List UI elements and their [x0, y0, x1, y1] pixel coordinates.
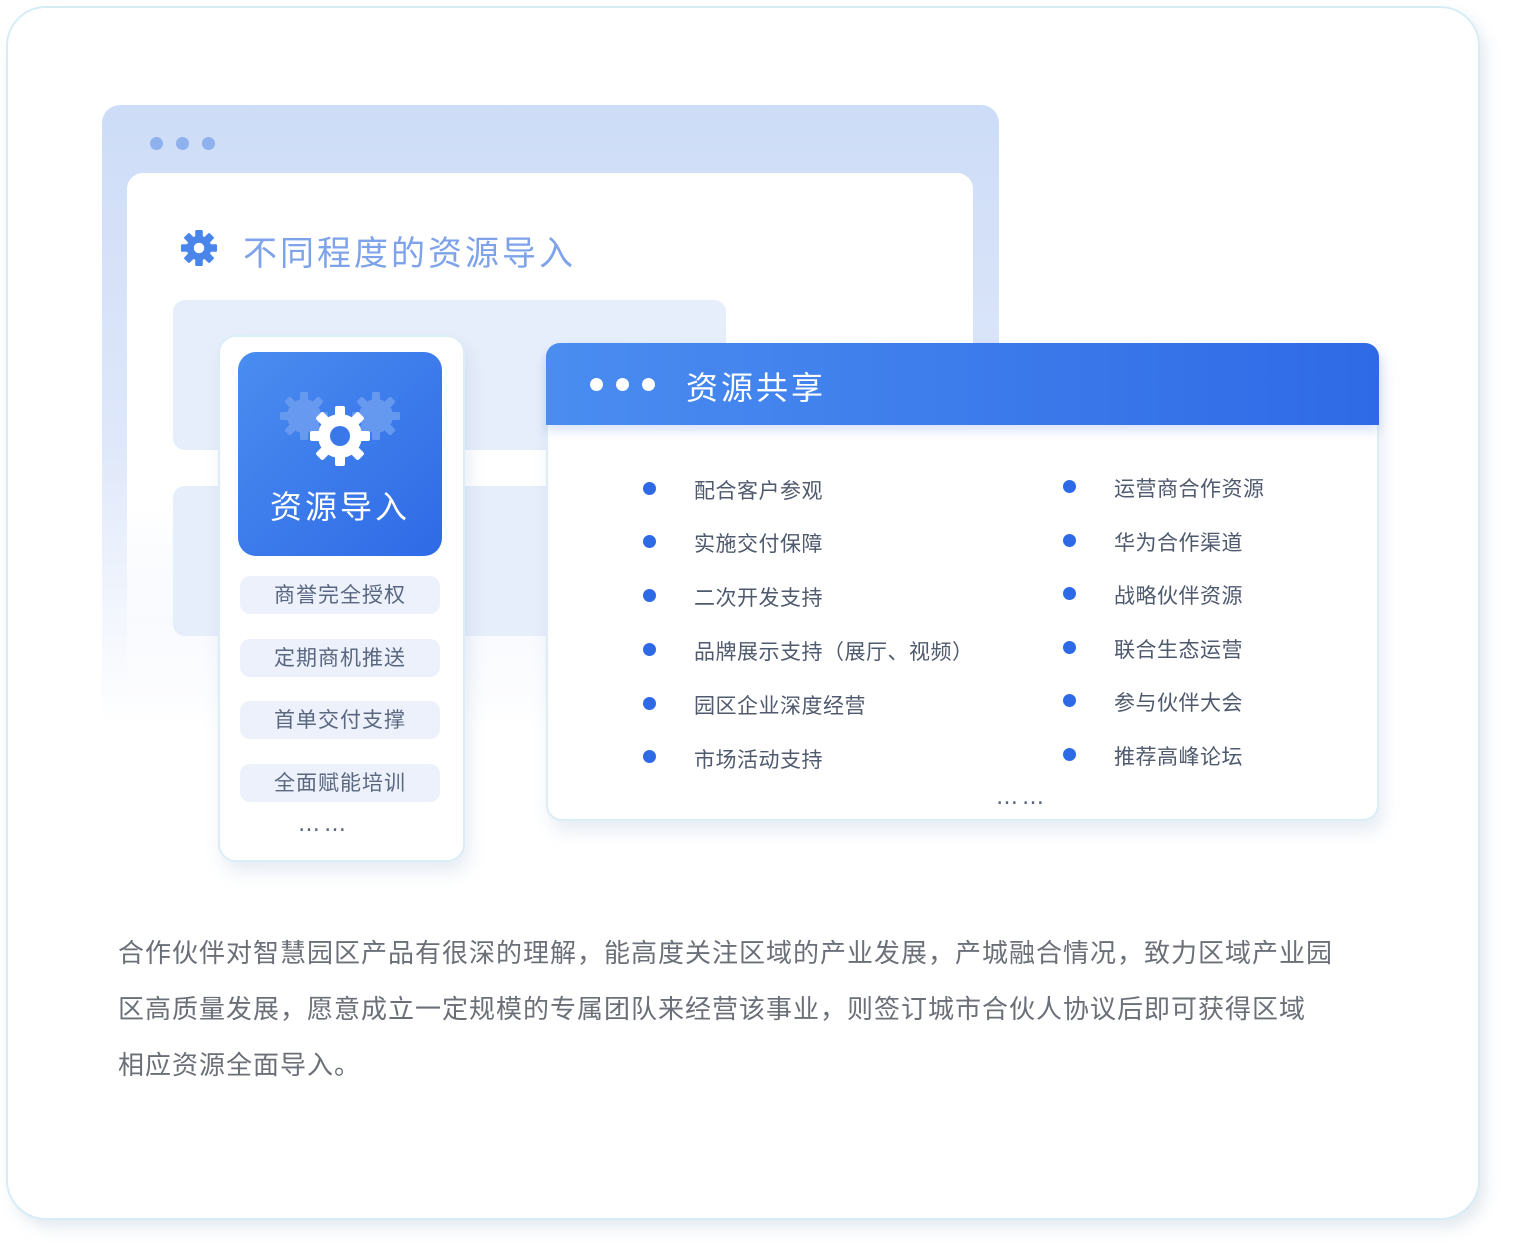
share-item: 市场活动支持 [694, 748, 823, 772]
bullet-dot [1063, 480, 1076, 493]
background-window-title: 不同程度的资源导入 [243, 234, 576, 274]
bullet-dot [1063, 748, 1076, 761]
header-dot [642, 378, 655, 391]
import-item: 定期商机推送 [240, 639, 440, 677]
share-card-title: 资源共享 [686, 369, 827, 407]
import-item: 全面赋能培训 [240, 764, 440, 802]
window-dot [176, 137, 189, 150]
bullet-dot [643, 535, 656, 548]
share-item: 二次开发支持 [694, 586, 823, 610]
header-dot [616, 378, 629, 391]
description-line: 相应资源全面导入。 [118, 1051, 362, 1081]
bullet-dot [643, 643, 656, 656]
share-item: 品牌展示支持（展厅、视频） [694, 640, 974, 664]
gears-icon [280, 392, 400, 466]
import-item: 商誉完全授权 [240, 576, 440, 614]
import-card-title: 资源导入 [269, 488, 410, 526]
import-item: 首单交付支撑 [240, 701, 440, 739]
window-dot [150, 137, 163, 150]
bullet-dot [643, 697, 656, 710]
bullet-dot [1063, 694, 1076, 707]
bullet-dot [643, 750, 656, 763]
gear-icon [180, 229, 218, 267]
description-line: 合作伙伴对智慧园区产品有很深的理解，能高度关注区域的产业发展，产城融合情况，致力… [118, 939, 1334, 969]
bullet-dot [643, 589, 656, 602]
share-item: 推荐高峰论坛 [1114, 745, 1243, 769]
share-item: 华为合作渠道 [1114, 531, 1243, 555]
share-item: 参与伙伴大会 [1114, 691, 1243, 715]
bullet-dot [1063, 641, 1076, 654]
window-dot [202, 137, 215, 150]
share-item: 实施交付保障 [694, 532, 823, 556]
header-dot [590, 378, 603, 391]
share-item: 联合生态运营 [1114, 638, 1243, 662]
share-item: 配合客户参观 [694, 479, 823, 503]
description-line: 区高质量发展，愿意成立一定规模的专属团队来经营该事业，则签订城市合伙人协议后即可… [118, 995, 1307, 1025]
bullet-dot [1063, 587, 1076, 600]
share-item: 运营商合作资源 [1114, 477, 1265, 501]
bullet-dot [1063, 534, 1076, 547]
import-more-ellipsis: …… [298, 812, 350, 837]
share-card-header [546, 343, 1379, 425]
bullet-dot [643, 482, 656, 495]
share-item: 战略伙伴资源 [1114, 584, 1243, 608]
share-item: 园区企业深度经营 [694, 694, 866, 718]
share-more-ellipsis: …… [996, 785, 1048, 810]
